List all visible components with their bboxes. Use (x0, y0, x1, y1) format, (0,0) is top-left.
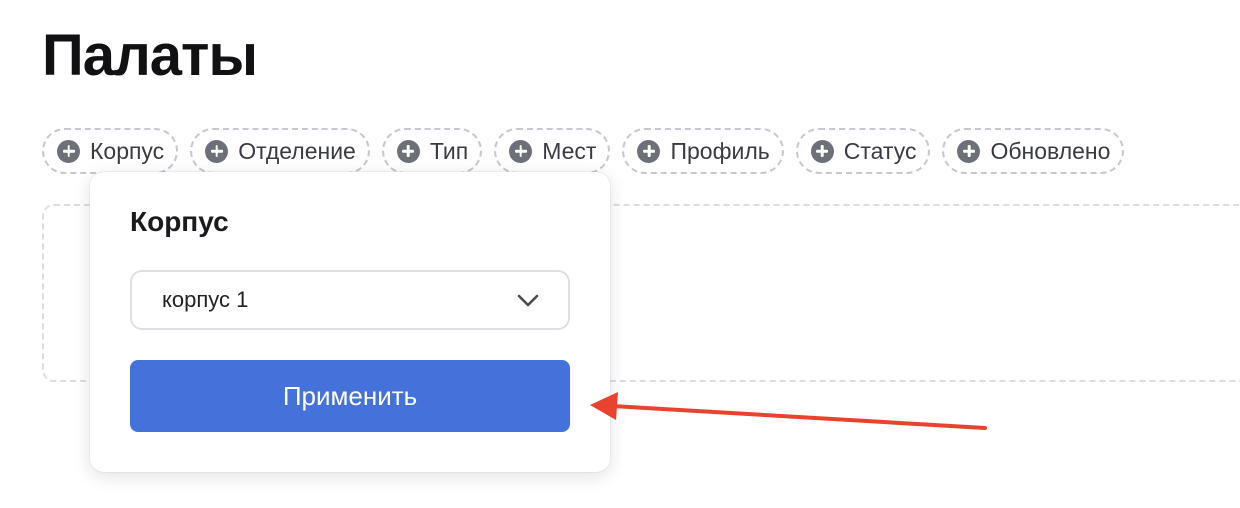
plus-circle-icon (205, 139, 229, 163)
plus-circle-icon (637, 139, 661, 163)
filter-chip-label: Обновлено (990, 137, 1111, 164)
filter-popover: Корпус корпус 1 Применить (90, 172, 610, 472)
select-value: корпус 1 (162, 287, 249, 312)
filter-chip-otdelenie[interactable]: Отделение (190, 128, 370, 174)
apply-button[interactable]: Применить (130, 360, 570, 432)
chevron-down-icon (517, 294, 539, 307)
plus-circle-icon (57, 139, 80, 163)
filter-chip-korpus[interactable]: Корпус (42, 128, 179, 174)
filter-chip-label: Отделение (238, 137, 356, 164)
filter-chip-status[interactable]: Статус (795, 128, 931, 174)
filter-bar: Корпус Отделение Тип Мест Профиль Статус… (42, 128, 1125, 174)
plus-circle-icon (957, 139, 981, 163)
filter-chip-mest[interactable]: Мест (494, 128, 611, 174)
filter-chip-tip[interactable]: Тип (381, 128, 483, 174)
filter-chip-profil[interactable]: Профиль (622, 128, 784, 174)
plus-circle-icon (396, 139, 420, 163)
filter-chip-label: Корпус (90, 137, 165, 164)
plus-circle-icon (509, 139, 533, 163)
filter-chip-label: Профиль (670, 137, 770, 164)
page: Палаты Корпус Отделение Тип Мест Профиль… (0, 0, 1240, 508)
filter-chip-label: Тип (429, 137, 469, 164)
plus-circle-icon (810, 139, 834, 163)
page-title: Палаты (42, 23, 258, 88)
korpus-select[interactable]: корпус 1 (130, 270, 570, 330)
filter-chip-label: Мест (542, 137, 597, 164)
popover-title: Корпус (130, 206, 229, 237)
filter-chip-obnovleno[interactable]: Обновлено (942, 128, 1125, 174)
filter-chip-label: Статус (843, 137, 917, 164)
